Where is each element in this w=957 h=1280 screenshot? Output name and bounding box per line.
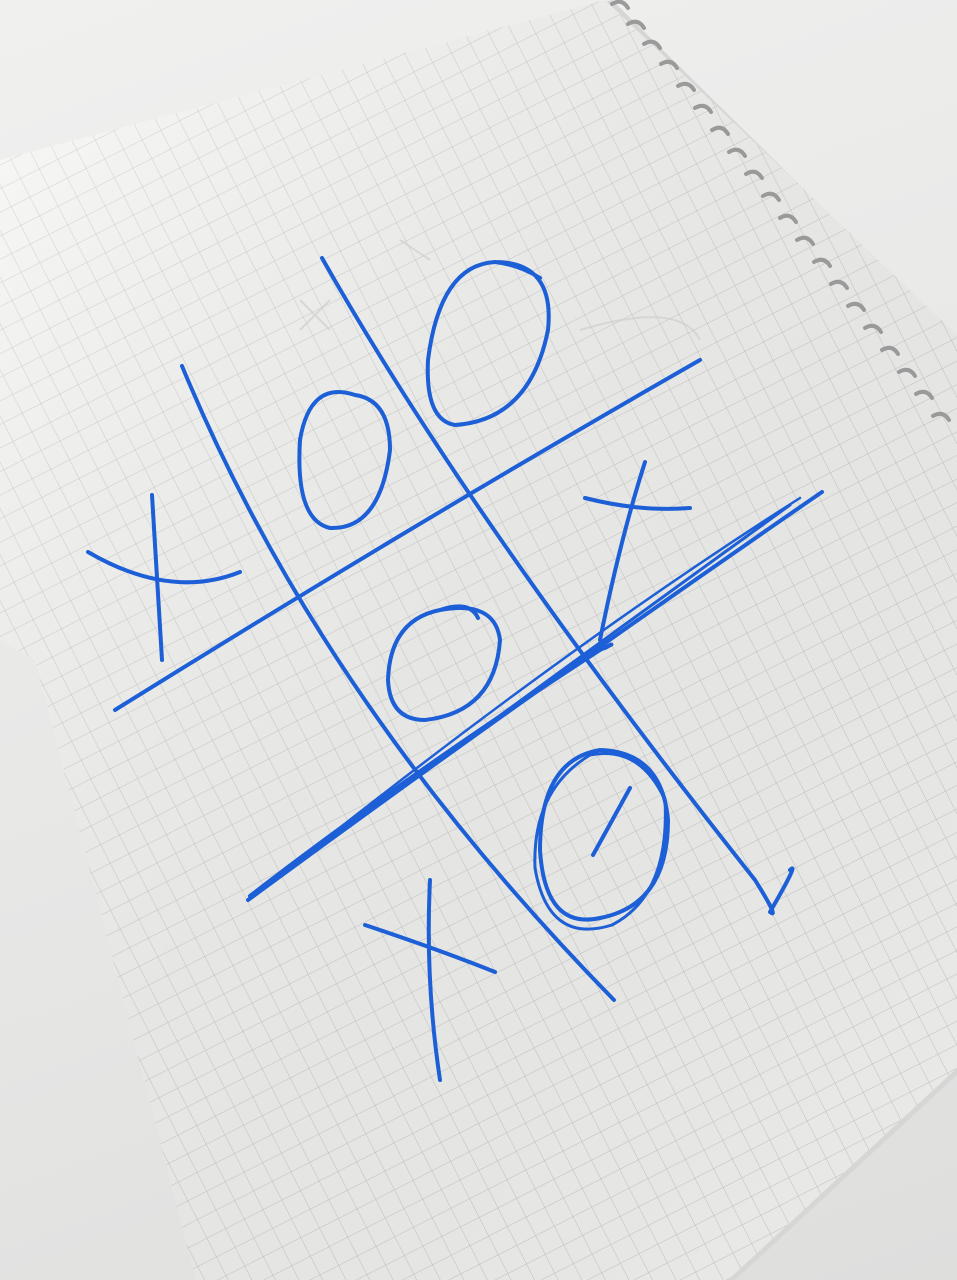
photo-scene [0,0,957,1280]
photo-canvas [0,0,957,1280]
notebook-page [0,0,957,1280]
